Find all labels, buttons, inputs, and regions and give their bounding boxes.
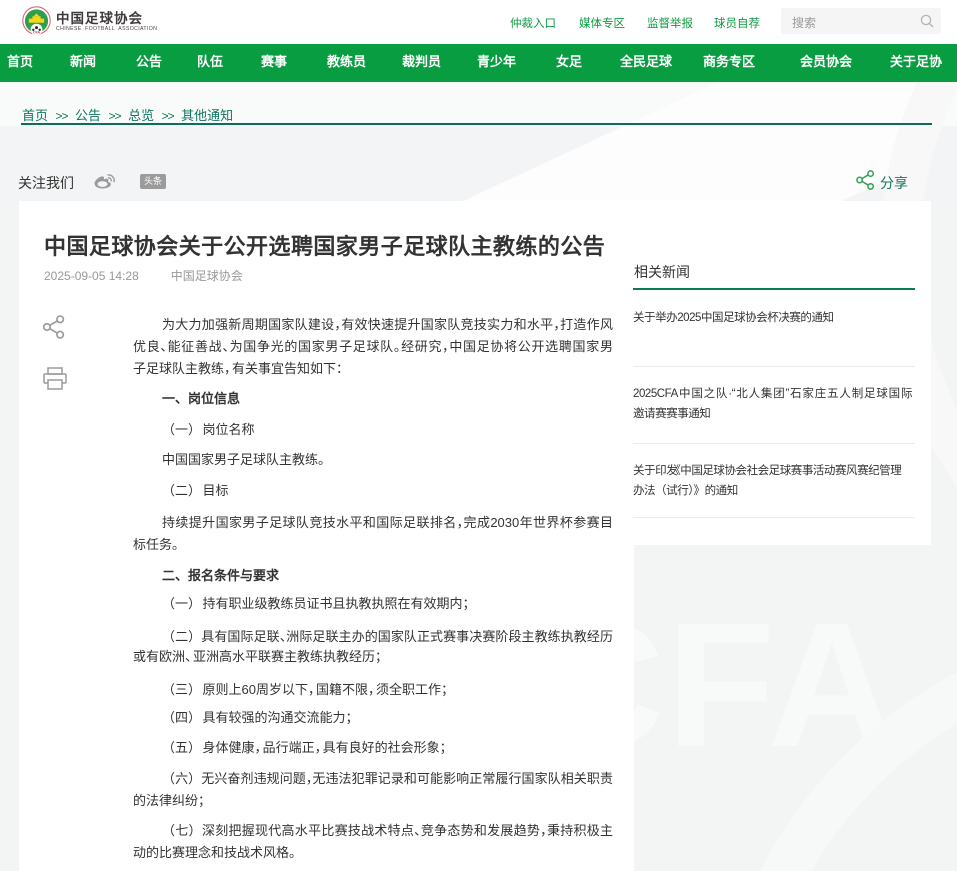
svg-text:CFA: CFA bbox=[33, 31, 41, 35]
